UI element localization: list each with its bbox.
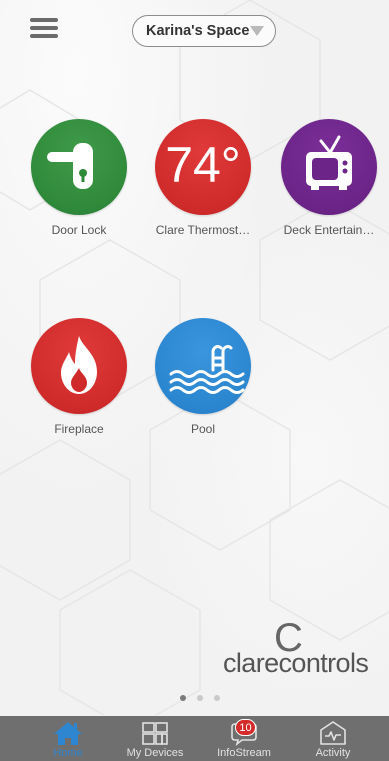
page-dot[interactable] [180, 695, 186, 701]
device-label: Door Lock [51, 223, 107, 237]
hamburger-menu-button[interactable] [30, 18, 58, 40]
page-dot[interactable] [214, 695, 220, 701]
tab-activity[interactable]: Activity [293, 716, 373, 761]
page-dot[interactable] [197, 695, 203, 701]
tab-home[interactable]: Home [28, 716, 108, 761]
tab-label: InfoStream [217, 747, 271, 759]
tab-label: Home [53, 747, 83, 759]
device-tile-pool[interactable]: Pool [148, 318, 258, 436]
pool-icon [169, 345, 245, 394]
device-tile-deck-entertainment[interactable]: Deck Entertain… [274, 119, 384, 237]
tab-label: My Devices [126, 747, 184, 759]
device-circle [281, 119, 377, 215]
device-tile-door-lock[interactable]: Door Lock [24, 119, 134, 237]
space-selector[interactable]: Karina's Space [132, 15, 276, 47]
space-selector-value: Karina's Space [146, 23, 250, 39]
menu-bar [30, 26, 58, 30]
device-circle [31, 119, 127, 215]
device-label: Deck Entertain… [283, 223, 375, 237]
door-lock-icon [47, 143, 93, 189]
chevron-down-icon [250, 26, 264, 36]
device-label: Clare Thermost… [155, 223, 251, 237]
page-indicator [180, 695, 220, 701]
device-circle [31, 318, 127, 414]
clare-controls-logo: C clarecontrols [219, 618, 389, 684]
device-circle: 74° [155, 119, 251, 215]
notification-badge: 10 [235, 719, 256, 736]
menu-bar [30, 34, 58, 38]
home-icon [54, 722, 82, 745]
activity-icon [320, 721, 346, 745]
bottom-tab-bar: Home My Devices InfoStream 10 Activity [0, 716, 389, 761]
device-label: Pool [190, 422, 216, 436]
menu-bar [30, 18, 58, 22]
tab-my-devices[interactable]: My Devices [115, 716, 195, 761]
flame-icon [61, 336, 97, 394]
logo-wordmark: clarecontrols [223, 648, 369, 678]
device-tile-fireplace[interactable]: Fireplace [24, 318, 134, 436]
home-screen: Karina's Space Door Lock 74° Clare Therm… [0, 0, 389, 761]
tv-icon [306, 135, 352, 190]
device-label: Fireplace [54, 422, 104, 436]
device-tile-thermostat[interactable]: 74° Clare Thermost… [148, 119, 258, 237]
device-circle [155, 318, 251, 414]
devices-grid-icon [142, 722, 168, 745]
thermostat-temperature: 74° [165, 137, 241, 193]
tab-label: Activity [315, 747, 351, 759]
